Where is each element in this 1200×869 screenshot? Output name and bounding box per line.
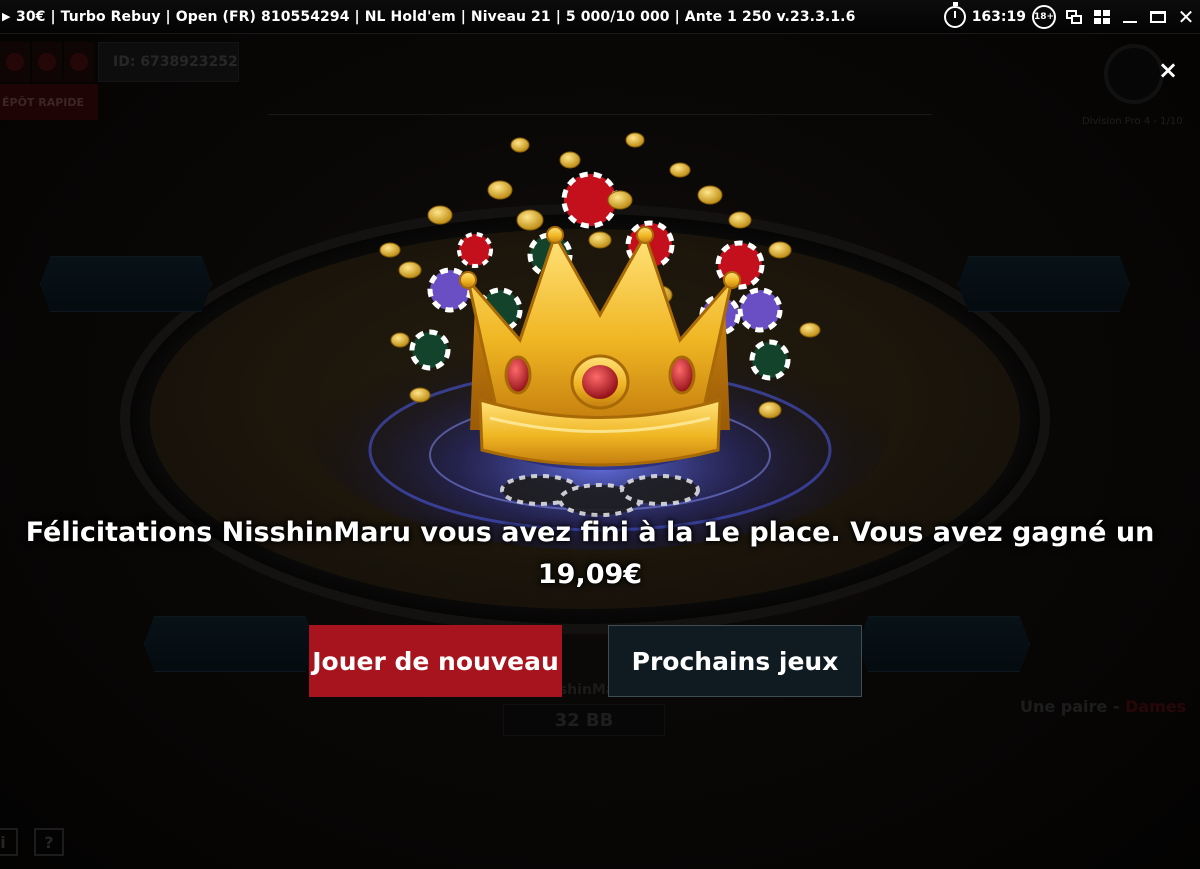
maximize-icon xyxy=(1150,11,1166,23)
popup-close-button[interactable]: × xyxy=(1154,56,1182,84)
next-games-button[interactable]: Prochains jeux xyxy=(608,625,862,697)
chevron-right-icon: ▶ xyxy=(2,10,11,23)
minimize-button[interactable] xyxy=(1116,0,1144,34)
congratulations-message: Félicitations NisshinMaru vous avez fini… xyxy=(20,512,1160,596)
message-line-1: Félicitations NisshinMaru vous avez fini… xyxy=(25,517,1155,548)
age-18-badge: 18+ xyxy=(1032,5,1056,29)
prize-amount: 19,09€ xyxy=(537,559,643,590)
tile-icon xyxy=(1094,10,1110,24)
tile-button[interactable] xyxy=(1088,0,1116,34)
winner-crown-illustration xyxy=(310,132,890,550)
window-controls: 163:19 18+ ✕ xyxy=(943,0,1200,34)
window-title-bar: ▶ 30€ | Turbo Rebuy | Open (FR) 81055429… xyxy=(0,0,1200,34)
play-again-button[interactable]: Jouer de nouveau xyxy=(309,625,562,697)
window-title: 30€ | Turbo Rebuy | Open (FR) 810554294 … xyxy=(16,8,856,25)
window-close-button[interactable]: ✕ xyxy=(1172,0,1200,34)
maximize-button[interactable] xyxy=(1144,0,1172,34)
multi-table-button[interactable] xyxy=(1060,0,1088,34)
minimize-icon xyxy=(1123,21,1137,23)
close-icon: ✕ xyxy=(1177,5,1195,29)
multi-table-icon xyxy=(1066,10,1082,24)
timer-icon xyxy=(943,2,966,28)
timer-value: 163:19 xyxy=(971,9,1026,25)
